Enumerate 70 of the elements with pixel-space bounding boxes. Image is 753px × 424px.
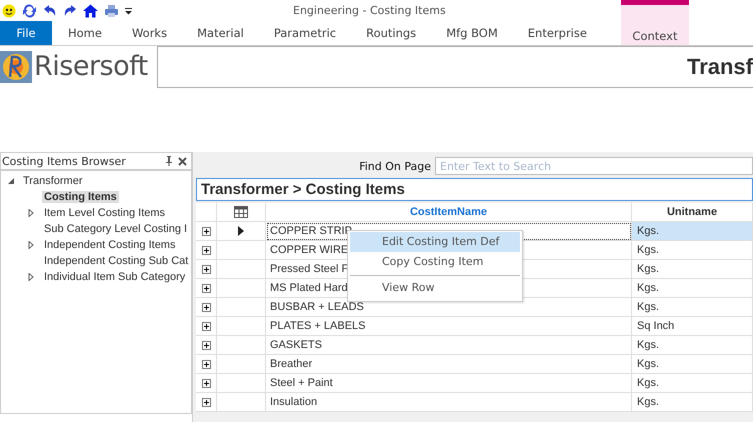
expand-row-icon[interactable] [202, 322, 210, 330]
brand-name: Risersoft [34, 51, 149, 82]
ribbon-tab[interactable]: File [0, 21, 52, 45]
tree-item[interactable]: Independent Costing Sub Cat [42, 255, 190, 267]
column-chooser-icon[interactable] [234, 206, 248, 218]
table-cell: Kgs. [632, 393, 753, 412]
expand-row-icon[interactable] [202, 378, 210, 388]
tree-item[interactable]: Sub Category Level Costing I [42, 223, 190, 235]
tree-item[interactable]: Individual Item Sub Category [42, 271, 188, 283]
tree-item[interactable]: Costing Items [42, 191, 119, 203]
table-cell: PLATES + LABELS [266, 317, 632, 336]
panel-title: Costing Items Browser [2, 154, 127, 168]
home-icon[interactable] [83, 4, 98, 18]
row-indicator-icon [238, 226, 244, 236]
table-cell: Kgs. [632, 374, 753, 393]
table-cell: Kgs. [632, 355, 753, 374]
expand-row-icon[interactable] [202, 302, 210, 312]
print-icon[interactable] [104, 4, 119, 18]
customize-icon[interactable] [125, 6, 132, 14]
find-label: Find On Page [359, 160, 431, 172]
expand-row-icon[interactable] [202, 360, 210, 368]
row-header-cell[interactable] [217, 298, 266, 317]
table-cell: Kgs. [632, 336, 753, 355]
expand-row-icon[interactable] [202, 398, 210, 406]
table-cell: Kgs. [632, 241, 753, 260]
expand-icon[interactable] [27, 273, 35, 281]
search-field[interactable]: Enter Text to Search [435, 157, 753, 175]
row-header-cell[interactable] [217, 279, 266, 298]
table-cell: Breather [266, 355, 632, 374]
menu-item[interactable]: View Row [350, 275, 520, 298]
table-cell: GASKETS [266, 336, 632, 355]
redo-icon[interactable] [63, 4, 77, 18]
row-header-cell[interactable] [217, 393, 266, 412]
table-cell: Kgs. [632, 298, 753, 317]
expand-row-icon[interactable] [202, 340, 210, 350]
expand-row-icon[interactable] [202, 246, 210, 254]
pin-icon[interactable] [165, 156, 173, 166]
row-header-cell[interactable] [217, 241, 266, 260]
expand-row-icon[interactable] [202, 284, 210, 292]
row-header-cell[interactable] [217, 355, 266, 374]
window-title: Engineering - Costing Items [293, 4, 446, 17]
smiley-icon[interactable] [2, 4, 16, 18]
expand-icon[interactable] [27, 209, 35, 217]
refresh-icon[interactable] [22, 4, 37, 18]
close-icon[interactable] [178, 156, 187, 166]
expand-row-icon[interactable] [202, 264, 210, 274]
row-header-cell[interactable] [217, 260, 266, 279]
table-cell: Steel + Paint [266, 374, 632, 393]
breadcrumb: Transformer > Costing Items [196, 178, 753, 201]
undo-icon[interactable] [43, 4, 57, 18]
ribbon-tab[interactable]: Context [620, 0, 689, 45]
expand-icon[interactable] [27, 241, 35, 249]
menu-item[interactable]: Edit Costing Item Def [350, 232, 520, 252]
page-heading: Transf [686, 54, 753, 80]
tree-item[interactable]: Independent Costing Items [42, 239, 178, 251]
logo-icon [0, 50, 32, 82]
table-cell: Kgs. [632, 222, 753, 241]
row-header-cell[interactable] [217, 317, 266, 336]
table-cell: Sq Inch [632, 317, 753, 336]
row-header-cell[interactable] [217, 222, 266, 241]
column-header[interactable]: CostItemName [266, 203, 632, 222]
tree-item[interactable]: Transformer [21, 175, 84, 187]
row-header-cell[interactable] [217, 336, 266, 355]
table-cell: Kgs. [632, 279, 753, 298]
row-header-cell[interactable] [217, 374, 266, 393]
expand-row-icon[interactable] [202, 226, 210, 236]
tree-item[interactable]: Item Level Costing Items [42, 207, 168, 219]
table-cell: Insulation [266, 393, 632, 412]
table-cell: Kgs. [632, 260, 753, 279]
collapse-icon[interactable] [7, 177, 15, 185]
